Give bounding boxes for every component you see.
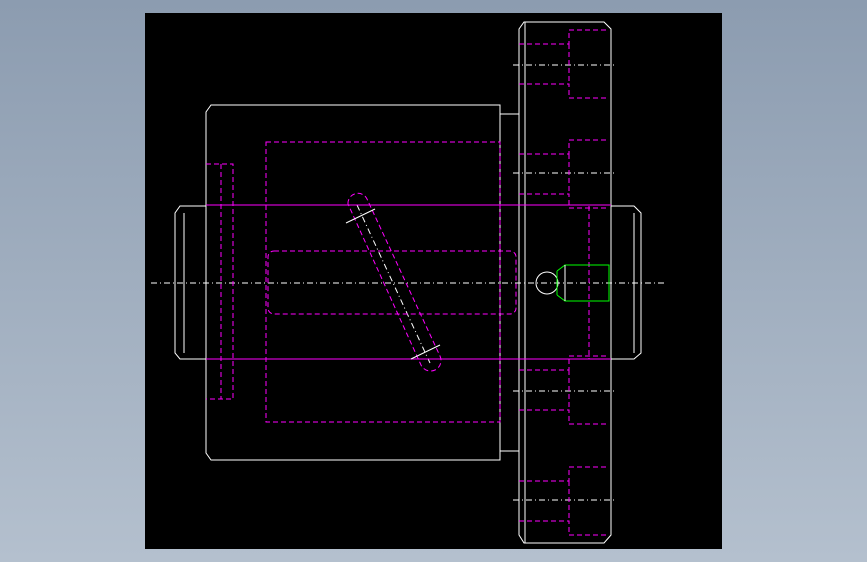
slot-centerline — [356, 204, 431, 364]
angled-slot — [347, 192, 442, 372]
cad-viewport[interactable] — [145, 13, 722, 549]
cad-drawing — [151, 21, 667, 544]
